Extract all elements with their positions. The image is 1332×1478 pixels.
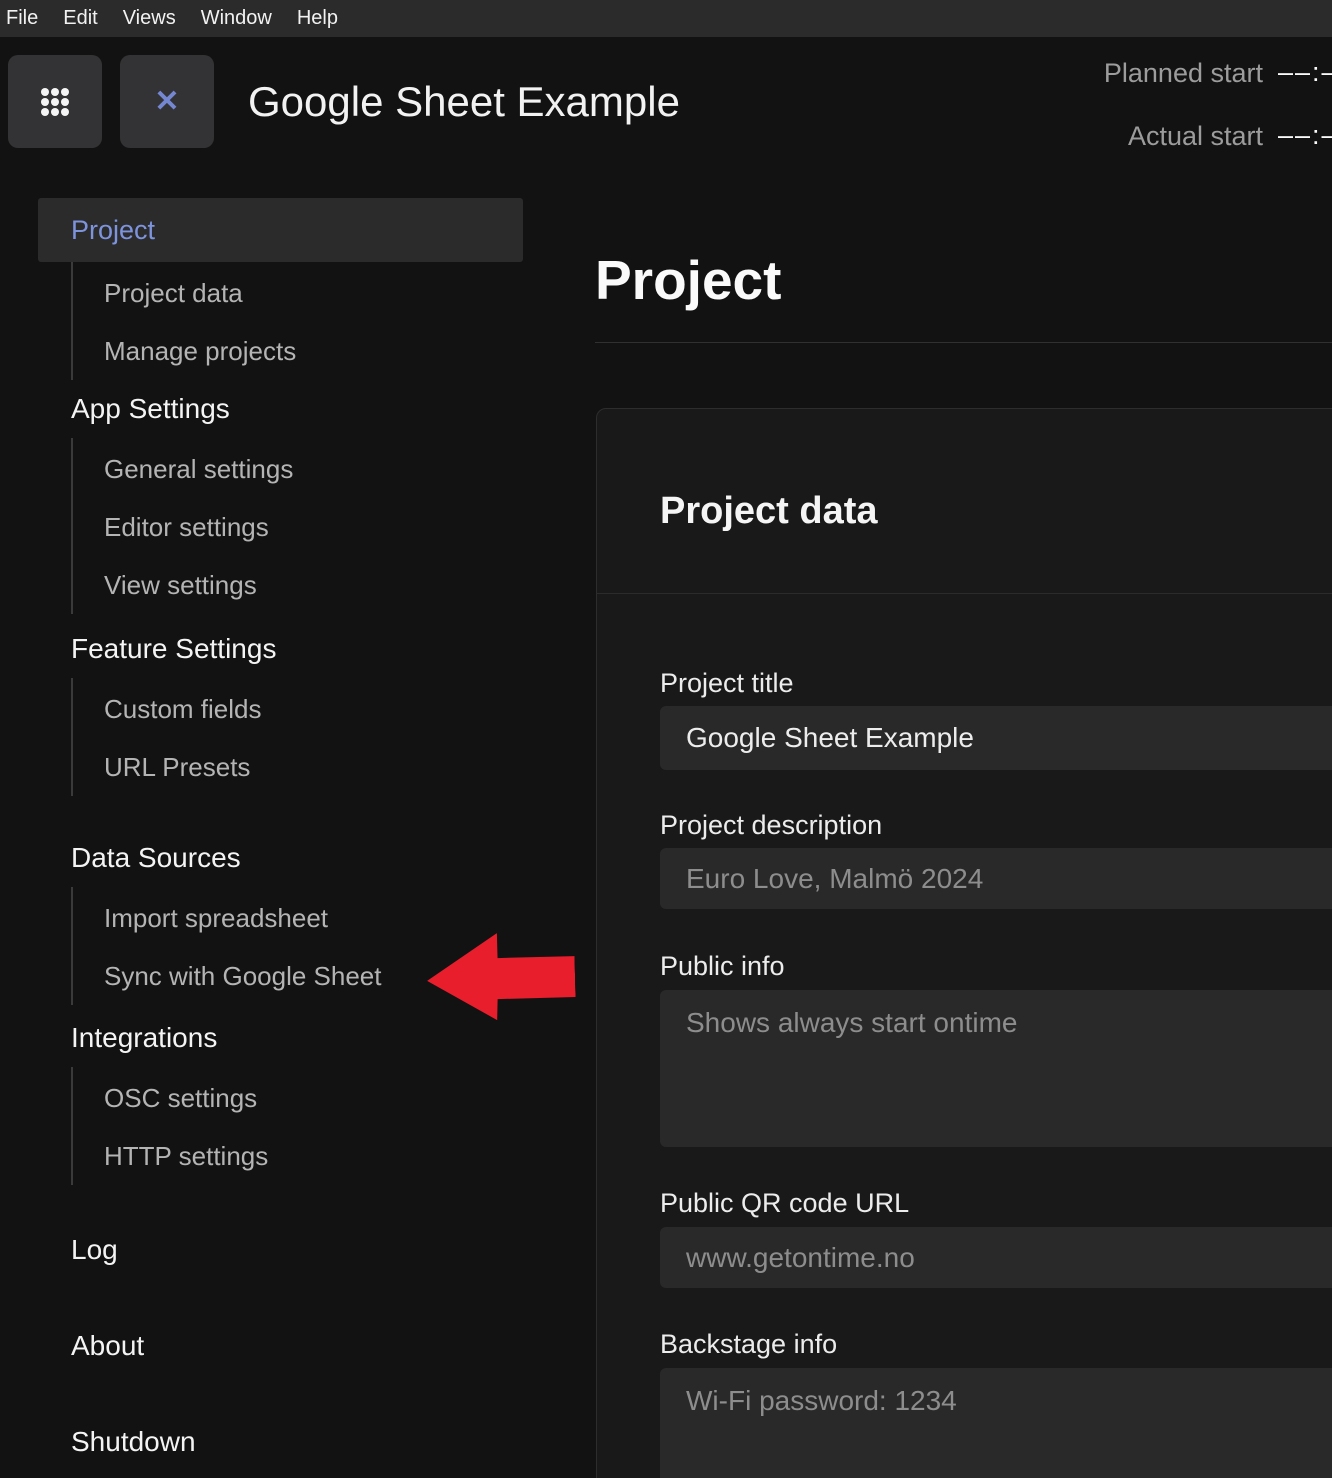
integrations-subgroup: OSC settings HTTP settings [71,1067,523,1185]
apps-grid-icon [40,87,70,117]
sidebar-item-app-settings[interactable]: App Settings [38,380,523,438]
menu-views[interactable]: Views [123,7,176,30]
apps-grid-button[interactable] [8,55,102,148]
backstage-info-label: Backstage info [660,1329,1332,1359]
project-title-input[interactable] [660,706,1332,770]
menu-edit[interactable]: Edit [63,7,97,30]
sidebar-item-project-data[interactable]: Project data [73,264,523,322]
sidebar-item-data-sources[interactable]: Data Sources [38,829,523,887]
sidebar-item-integrations[interactable]: Integrations [38,1009,523,1067]
panel-body: Project title Project description Public… [597,668,1332,1478]
close-icon: ✕ [154,87,179,117]
project-data-panel: Project data Project title Project descr… [596,408,1332,1478]
public-info-textarea[interactable] [660,990,1332,1147]
settings-sidebar: Project Project data Manage projects App… [38,198,523,1471]
sidebar-item-custom-fields[interactable]: Custom fields [73,680,523,738]
sidebar-item-manage-projects[interactable]: Manage projects [73,322,523,380]
menu-help[interactable]: Help [297,7,338,30]
page-title: Project [595,246,781,314]
sidebar-item-osc-settings[interactable]: OSC settings [73,1069,523,1127]
project-subgroup: Project data Manage projects [71,262,523,380]
public-qr-code-url-input[interactable] [660,1227,1332,1288]
menu-bar: File Edit Views Window Help [0,0,1332,37]
project-title-label: Project title [660,668,1332,698]
menu-file[interactable]: File [6,7,38,30]
feature-settings-subgroup: Custom fields URL Presets [71,678,523,796]
close-project-button[interactable]: ✕ [120,55,214,148]
sidebar-item-view-settings[interactable]: View settings [73,556,523,614]
planned-start-value: ––:–– [1278,57,1332,88]
sidebar-item-general-settings[interactable]: General settings [73,440,523,498]
public-qr-code-url-label: Public QR code URL [660,1188,1332,1218]
sidebar-item-about[interactable]: About [38,1317,523,1375]
public-info-label: Public info [660,951,1332,981]
heading-divider [595,342,1332,343]
backstage-info-textarea[interactable] [660,1368,1332,1478]
menu-window[interactable]: Window [201,7,272,30]
sidebar-item-editor-settings[interactable]: Editor settings [73,498,523,556]
sidebar-item-url-presets[interactable]: URL Presets [73,738,523,796]
project-description-label: Project description [660,810,1332,840]
sidebar-item-http-settings[interactable]: HTTP settings [73,1127,523,1185]
panel-title: Project data [660,488,878,534]
sidebar-item-import-spreadsheet[interactable]: Import spreadsheet [73,889,523,947]
sidebar-item-project[interactable]: Project [38,198,523,262]
sidebar-item-log[interactable]: Log [38,1221,523,1279]
sidebar-item-feature-settings[interactable]: Feature Settings [38,620,523,678]
project-description-input[interactable] [660,848,1332,909]
panel-header: Project data [597,409,1332,594]
project-title-header: Google Sheet Example [248,78,680,126]
sidebar-item-shutdown[interactable]: Shutdown [38,1413,523,1471]
app-settings-subgroup: General settings Editor settings View se… [71,438,523,614]
actual-start-value: ––:–– [1278,120,1332,151]
planned-start-label: Planned start [1104,58,1263,89]
actual-start-label: Actual start [1128,121,1263,152]
